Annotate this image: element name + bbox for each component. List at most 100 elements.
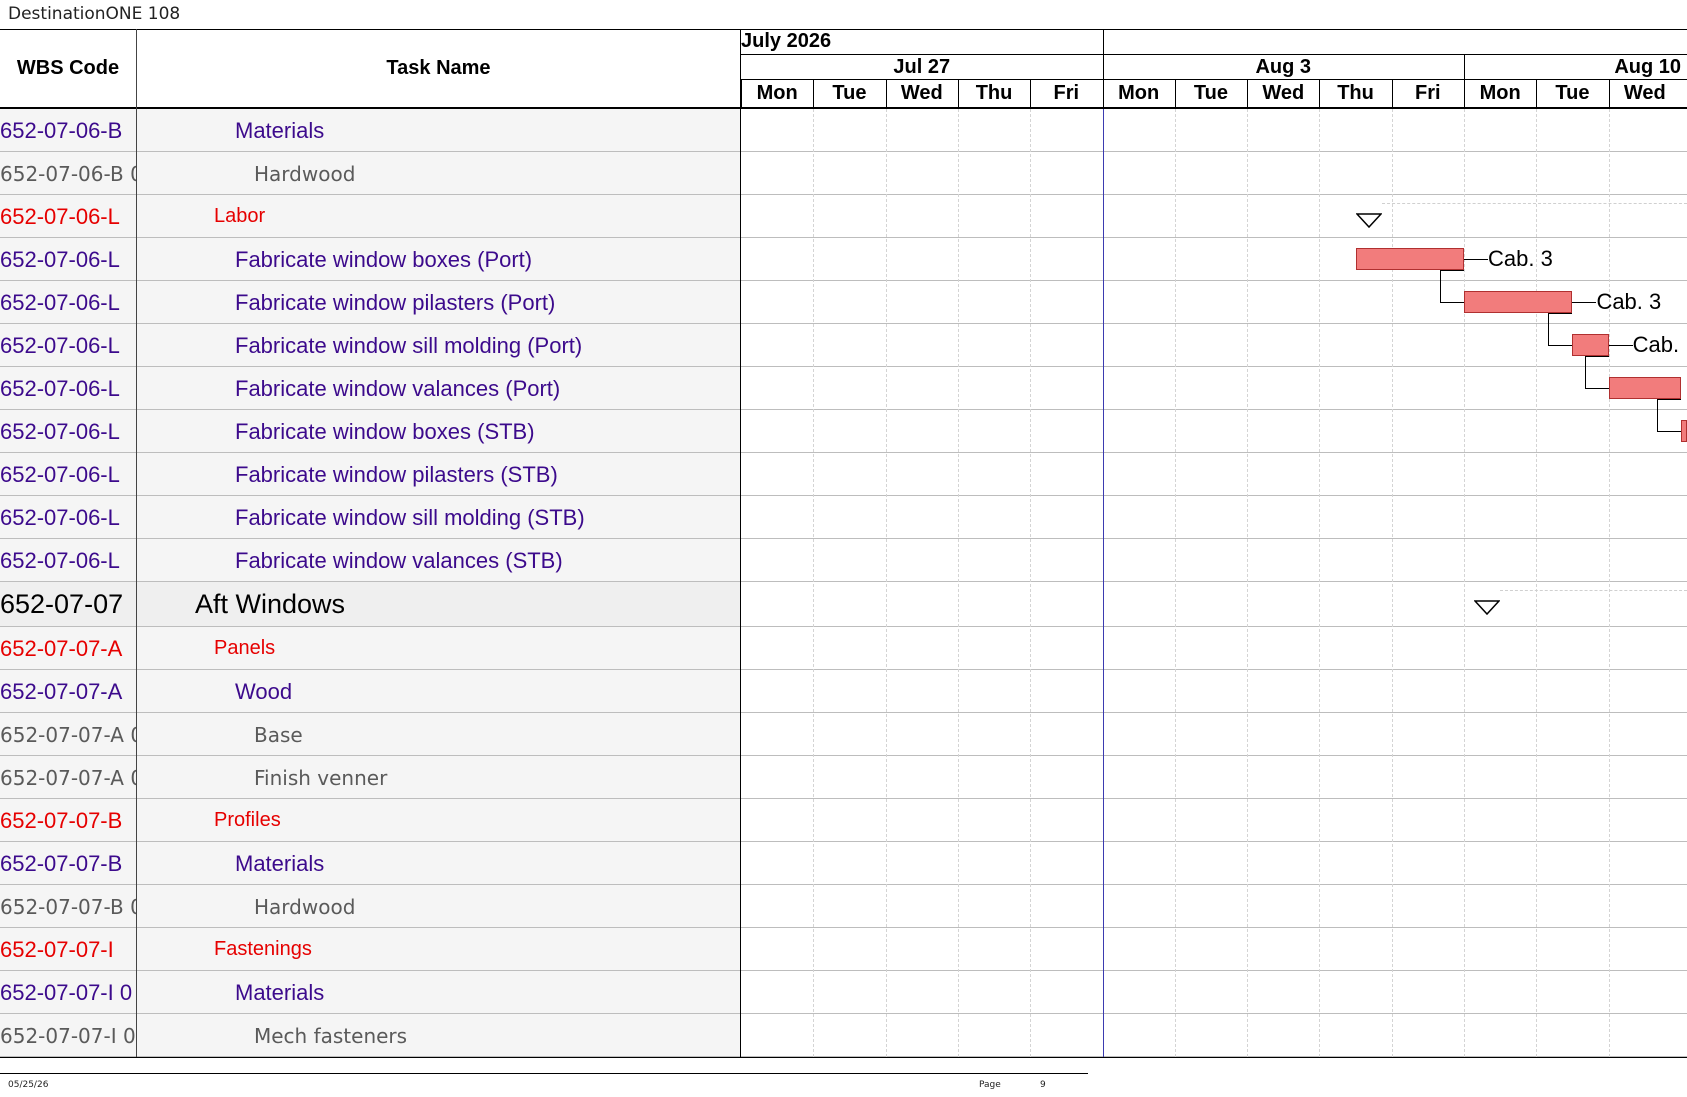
gantt-grid: WBS Code Task Name July 2026 Jul 27 Aug 3 Aug…: [0, 29, 1687, 1058]
task-cell: Profiles: [214, 809, 281, 831]
task-cell: Aft Windows: [195, 589, 346, 619]
wbs-cell: 652-07-07: [0, 589, 124, 619]
week-separator: [1102, 29, 1104, 80]
task-cell: Fabricate window boxes (Port): [235, 246, 533, 272]
day-gridline: [1319, 109, 1321, 1057]
wbs-cell: 652-07-06-L: [0, 246, 120, 272]
day-gridline: [957, 109, 959, 1057]
gantt-bar-label: Cab. 3: [1488, 246, 1553, 271]
day-header-divider: [885, 80, 887, 107]
wbs-cell: 652-07-06-L: [0, 547, 120, 573]
week-marker-line: [1102, 109, 1104, 1057]
app-title: DestinationONE 108: [8, 4, 181, 24]
task-cell: Hardwood: [254, 894, 356, 919]
day-header: Mon: [756, 82, 798, 104]
day-header: Wed: [900, 82, 943, 104]
dependency-connector: [1440, 270, 1441, 302]
gantt-bar[interactable]: [1608, 377, 1681, 399]
day-gridline: [885, 109, 887, 1057]
day-header-divider: [1174, 80, 1176, 107]
day-gridline: [1608, 109, 1610, 1057]
dependency-connector: [1440, 270, 1464, 271]
dependency-connector: [1548, 345, 1573, 346]
wbs-cell: 652-07-06-L: [0, 504, 120, 530]
day-header-divider: [813, 80, 815, 107]
task-cell: Fabricate window sill molding (STB): [235, 504, 585, 530]
wbs-task-divider: [136, 29, 137, 1057]
dependency-connector: [1440, 302, 1464, 303]
dependency-connector: [1584, 356, 1586, 388]
dependency-connector: [1584, 388, 1609, 389]
dependency-connector: [1548, 313, 1550, 345]
footer-page-number: 9: [1040, 1080, 1046, 1090]
day-header-divider: [1030, 80, 1032, 107]
task-cell: Materials: [235, 850, 325, 876]
wbs-cell: 652-07-06-L: [0, 332, 120, 358]
day-header-divider: [957, 80, 959, 107]
wbs-cell: 652-07-06-L: [0, 289, 120, 315]
day-header: Wed: [1623, 82, 1666, 104]
summary-triangle-icon: [1355, 213, 1382, 229]
month-header: July 2026: [741, 30, 832, 52]
wbs-cell: 652-07-06-L: [0, 418, 120, 444]
task-cell: Fabricate window pilasters (STB): [235, 461, 558, 487]
wbs-cell: 652-07-06-B 0: [0, 161, 136, 186]
task-cell: Fabricate window valances (STB): [235, 547, 563, 573]
gantt-bar[interactable]: [1464, 291, 1573, 313]
dependency-connector: [1656, 399, 1658, 431]
dependency-connector: [1548, 313, 1573, 314]
day-gridline: [1464, 109, 1465, 1057]
day-header-divider: [1464, 80, 1465, 107]
summary-triangle-icon: [1474, 600, 1500, 616]
task-cell: Fastenings: [214, 938, 312, 960]
day-header: Wed: [1262, 82, 1305, 104]
day-gridline: [1247, 109, 1249, 1057]
footer-line: [0, 1073, 1088, 1074]
wbs-cell: 652-07-07-B: [0, 807, 123, 833]
day-gridline: [1174, 109, 1176, 1057]
summary-range-line: [1500, 590, 1687, 591]
dependency-connector: [1656, 431, 1681, 432]
bar-label-leader: [1572, 302, 1597, 303]
task-cell: Wood: [235, 678, 293, 704]
table-bottom-border: [0, 1057, 740, 1058]
day-header: Thu: [1337, 82, 1374, 104]
day-header-divider: [741, 80, 742, 107]
wbs-cell: 652-07-06-L: [0, 461, 120, 487]
day-header-divider: [1536, 80, 1538, 107]
day-header: Thu: [975, 82, 1013, 104]
gantt-bar-label: Cab. 3: [1596, 289, 1662, 314]
task-cell: Mech fasteners: [254, 1023, 408, 1048]
wbs-cell: 652-07-06-L: [0, 375, 120, 401]
wbs-cell: 652-07-07-A: [0, 635, 123, 661]
wbs-cell: 652-07-06-B: [0, 117, 123, 143]
day-gridline: [813, 109, 815, 1057]
wbs-cell: 652-07-06-L: [0, 203, 120, 229]
bar-label-leader: [1608, 345, 1633, 346]
week-header: Aug 3: [1255, 55, 1312, 78]
gantt-bar[interactable]: [1572, 334, 1609, 356]
task-cell: Fabricate window sill molding (Port): [235, 332, 583, 358]
day-header-divider: [1319, 80, 1321, 107]
footer-date: 05/25/26: [8, 1080, 49, 1090]
day-gridline: [1030, 109, 1032, 1057]
task-cell: Labor: [214, 205, 266, 227]
gantt-bar[interactable]: [1355, 248, 1464, 270]
wbs-cell: 652-07-07-A: [0, 678, 123, 704]
task-cell: Fabricate window pilasters (Port): [235, 289, 556, 315]
week-header: Jul 27: [893, 55, 951, 78]
dependency-connector: [1584, 356, 1609, 357]
wbs-cell: 652-07-07-B: [0, 850, 123, 876]
gantt-bar[interactable]: [1680, 420, 1687, 442]
task-cell: Materials: [235, 979, 325, 1005]
task-cell: Fabricate window valances (Port): [235, 375, 561, 401]
wbs-column-header: WBS Code: [16, 57, 120, 79]
day-header: Fri: [1053, 82, 1080, 104]
bar-label-leader: [1464, 259, 1488, 260]
day-header: Mon: [1118, 82, 1160, 104]
day-header-divider: [1608, 80, 1610, 107]
footer-page-label: Page: [979, 1080, 1001, 1090]
task-cell: Hardwood: [254, 161, 356, 186]
day-header: Tue: [1555, 82, 1590, 104]
gantt-bar-label: Cab.: [1632, 332, 1680, 357]
